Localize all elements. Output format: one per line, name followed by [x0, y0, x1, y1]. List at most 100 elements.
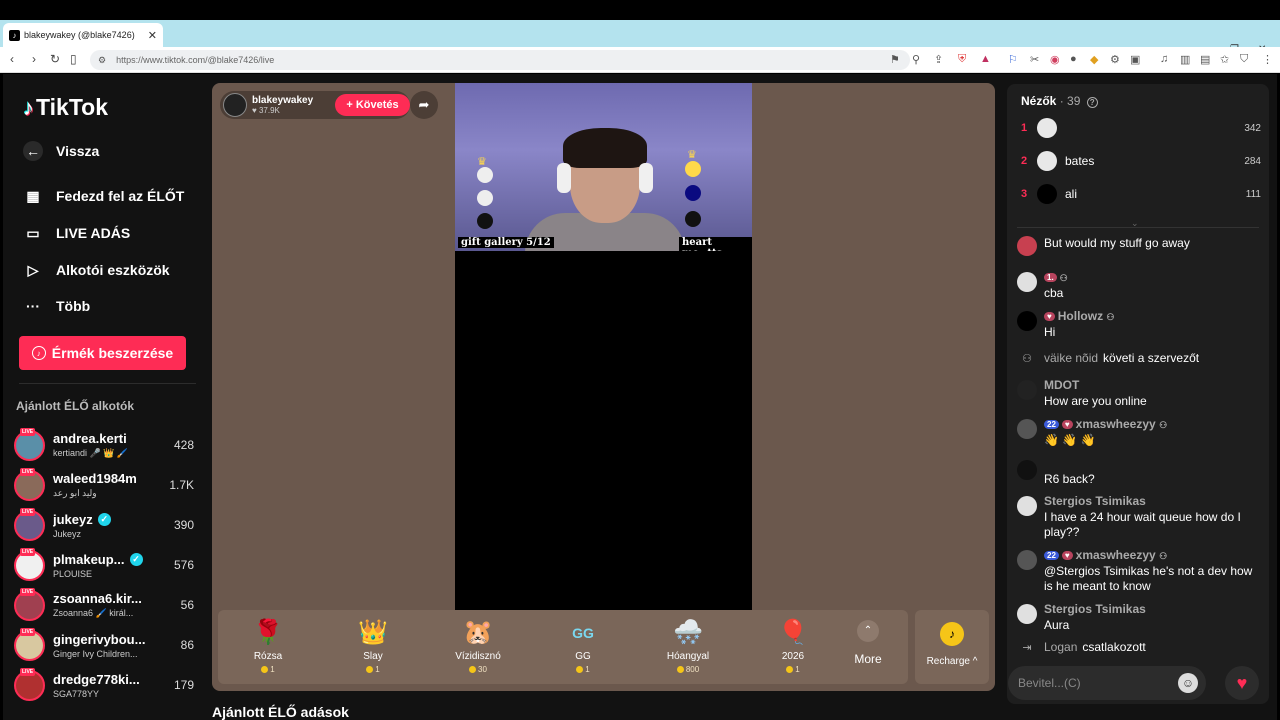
creator-subtitle: Zsoanna6 🖌️ királ... [53, 608, 134, 618]
follow-button[interactable]: + Követés [335, 94, 410, 116]
team-icon: ⚇ [1106, 312, 1115, 322]
close-tab-icon[interactable]: ✕ [148, 29, 157, 42]
gift-item[interactable]: 🌹 Rózsa 1 [233, 610, 303, 684]
arrow-left-icon: ← [23, 141, 43, 161]
shield-icon[interactable]: ⛨ [958, 53, 966, 66]
forward-nav-icon[interactable]: › [32, 52, 36, 66]
zoom-icon[interactable]: ⚲ [912, 53, 920, 66]
avatar[interactable]: LIVE [14, 627, 45, 661]
creator-row[interactable]: LIVE zsoanna6.kir... Zsoanna6 🖌️ királ... 5… [14, 587, 194, 623]
menu-more[interactable]: ··· Több [23, 296, 90, 316]
top-viewer-row[interactable]: 2 bates 284 [1021, 151, 1261, 171]
top-viewer-row[interactable]: 1 342 [1021, 118, 1261, 138]
gift-item[interactable]: 🐹 Vízidisznó 30 [443, 610, 513, 684]
avatar[interactable] [1017, 311, 1037, 331]
gift-item[interactable]: 🎈 2026 1 [758, 610, 828, 684]
sidebar-toggle-icon[interactable]: ▥ [1180, 53, 1190, 66]
avatar[interactable] [1017, 550, 1037, 570]
creator-row[interactable]: LIVE jukeyz ✓ Jukeyz 390 [14, 507, 194, 543]
avatar[interactable] [1017, 419, 1037, 439]
recharge-label: Recharge ^ [926, 656, 978, 667]
help-icon[interactable]: ? [1086, 97, 1098, 108]
gift-price: 1 [758, 665, 828, 674]
avatar[interactable] [1017, 496, 1037, 516]
avatar[interactable]: LIVE [14, 427, 45, 461]
security-icon[interactable]: ⛉ [1240, 53, 1248, 66]
avatar[interactable] [1017, 604, 1037, 624]
username[interactable]: Hollowz [1058, 309, 1103, 323]
heart-badge-icon: ♥ [1044, 312, 1055, 321]
username[interactable]: xmaswheezyy [1076, 548, 1156, 562]
tiktok-logo[interactable]: ♪ TikTok [23, 94, 108, 121]
favorites-icon[interactable]: ✩ [1220, 53, 1229, 66]
avatar[interactable] [1017, 380, 1037, 400]
menu-explore-live[interactable]: ▦ Fedezd fel az ÉLŐT [23, 186, 184, 206]
creator-row[interactable]: LIVE plmakeup... ✓ PLOUISE 576 [14, 547, 194, 583]
username[interactable]: väike nõid [1044, 351, 1098, 365]
get-coins-button[interactable]: ♪ Érmék beszerzése [19, 336, 186, 370]
creator-row[interactable]: LIVE andrea.kerti kertiandi 🎤 👑 🖌️ 428 [14, 427, 194, 463]
username[interactable]: MDOT [1044, 378, 1262, 392]
translate-icon[interactable]: ⚐ [1008, 53, 1018, 66]
back-button[interactable]: ← Vissza [23, 141, 99, 161]
avatar[interactable] [1017, 272, 1037, 292]
more-gifts-button[interactable]: ⌃ More [848, 620, 888, 666]
tv-icon: ▦ [26, 187, 40, 204]
top-viewer-row[interactable]: 3 ali 111 [1021, 184, 1261, 204]
back-nav-icon[interactable]: ‹ [10, 52, 14, 66]
username[interactable]: Stergios Tsimikas [1044, 602, 1262, 616]
ext4-icon[interactable]: ◆ [1090, 53, 1098, 66]
avatar[interactable]: LIVE [14, 467, 45, 501]
bookmark-icon[interactable]: ▯ [70, 52, 77, 66]
gift-item[interactable]: GG GG 1 [548, 610, 618, 684]
creator-row[interactable]: LIVE dredge778ki... SGA778YY 179 [14, 667, 194, 703]
host-avatar[interactable] [223, 93, 247, 117]
avatar[interactable] [1017, 460, 1037, 480]
gift-item[interactable]: 👑 Slay 1 [338, 610, 408, 684]
share-page-icon[interactable]: ⇪ [934, 53, 943, 66]
avatar[interactable] [1037, 184, 1057, 204]
viewer-count: 56 [180, 598, 194, 612]
url-field[interactable]: ⚙ https://www.tiktok.com/@blake7426/live [90, 50, 910, 70]
host-info[interactable]: blakeywakey ♥ 37.9K + Követés [220, 91, 410, 119]
username[interactable]: Logan [1044, 640, 1077, 654]
chat-input[interactable] [1018, 676, 1178, 690]
avatar[interactable]: LIVE [14, 547, 45, 581]
avatar[interactable] [1037, 151, 1057, 171]
menu-dots-icon[interactable]: ⋮ [1262, 53, 1273, 66]
username[interactable]: xmaswheezyy [1076, 417, 1156, 431]
avatar[interactable] [1017, 236, 1037, 256]
menu-go-live[interactable]: ▭ LIVE ADÁS [23, 223, 130, 243]
music-icon[interactable]: ♫ [1160, 53, 1168, 65]
browser-tab[interactable]: ♪ blakeywakey (@blake7426) ✕ [3, 23, 163, 47]
avatar[interactable]: LIVE [14, 667, 45, 701]
creator-row[interactable]: LIVE gingerivybou... Ginger Ivy Children..… [14, 627, 194, 663]
recharge-button[interactable]: ♪ Recharge ^ [915, 610, 989, 684]
ext3-icon[interactable]: ● [1070, 53, 1077, 65]
creator-row[interactable]: LIVE waleed1984m وليد ابو رعد 1.7K [14, 467, 194, 503]
share-icon[interactable]: ➦ [410, 91, 438, 119]
avatar[interactable]: LIVE [14, 507, 45, 541]
ext5-icon[interactable]: ⚙ [1110, 53, 1120, 66]
menu-creator-tools[interactable]: ▷ Alkotói eszközök [23, 260, 170, 280]
username[interactable]: Stergios Tsimikas [1044, 494, 1262, 508]
ext2-icon[interactable]: ◉ [1050, 53, 1060, 66]
live-video[interactable]: ♛ ♛ gift gallery 5/12 heart me=tts [455, 83, 752, 610]
tool-icon[interactable]: ✂ [1030, 53, 1039, 66]
creator-subtitle: وليد ابو رعد [53, 488, 97, 498]
emoji-icon[interactable]: ☺ [1178, 673, 1198, 693]
site-info-icon[interactable]: ⚙ [98, 55, 106, 66]
avatar[interactable]: LIVE [14, 587, 45, 621]
reload-icon[interactable]: ↻ [50, 52, 60, 66]
message-text: But would my stuff go away [1044, 236, 1190, 250]
extension-icon[interactable]: ⚑ [890, 53, 900, 66]
like-heart-button[interactable]: ♥ [1225, 666, 1259, 700]
gift-name: Rózsa [253, 651, 283, 662]
avatar[interactable] [1037, 118, 1057, 138]
viewers-header[interactable]: Nézők · 39 ? [1021, 94, 1098, 108]
wallet-icon[interactable]: ▤ [1200, 53, 1210, 66]
gift-item[interactable]: 🌨️ Hóangyal 800 [653, 610, 723, 684]
ext6-icon[interactable]: ▣ [1130, 53, 1140, 66]
team-icon: ⚇ [1159, 551, 1168, 561]
triangle-icon[interactable]: ▲ [980, 53, 991, 65]
